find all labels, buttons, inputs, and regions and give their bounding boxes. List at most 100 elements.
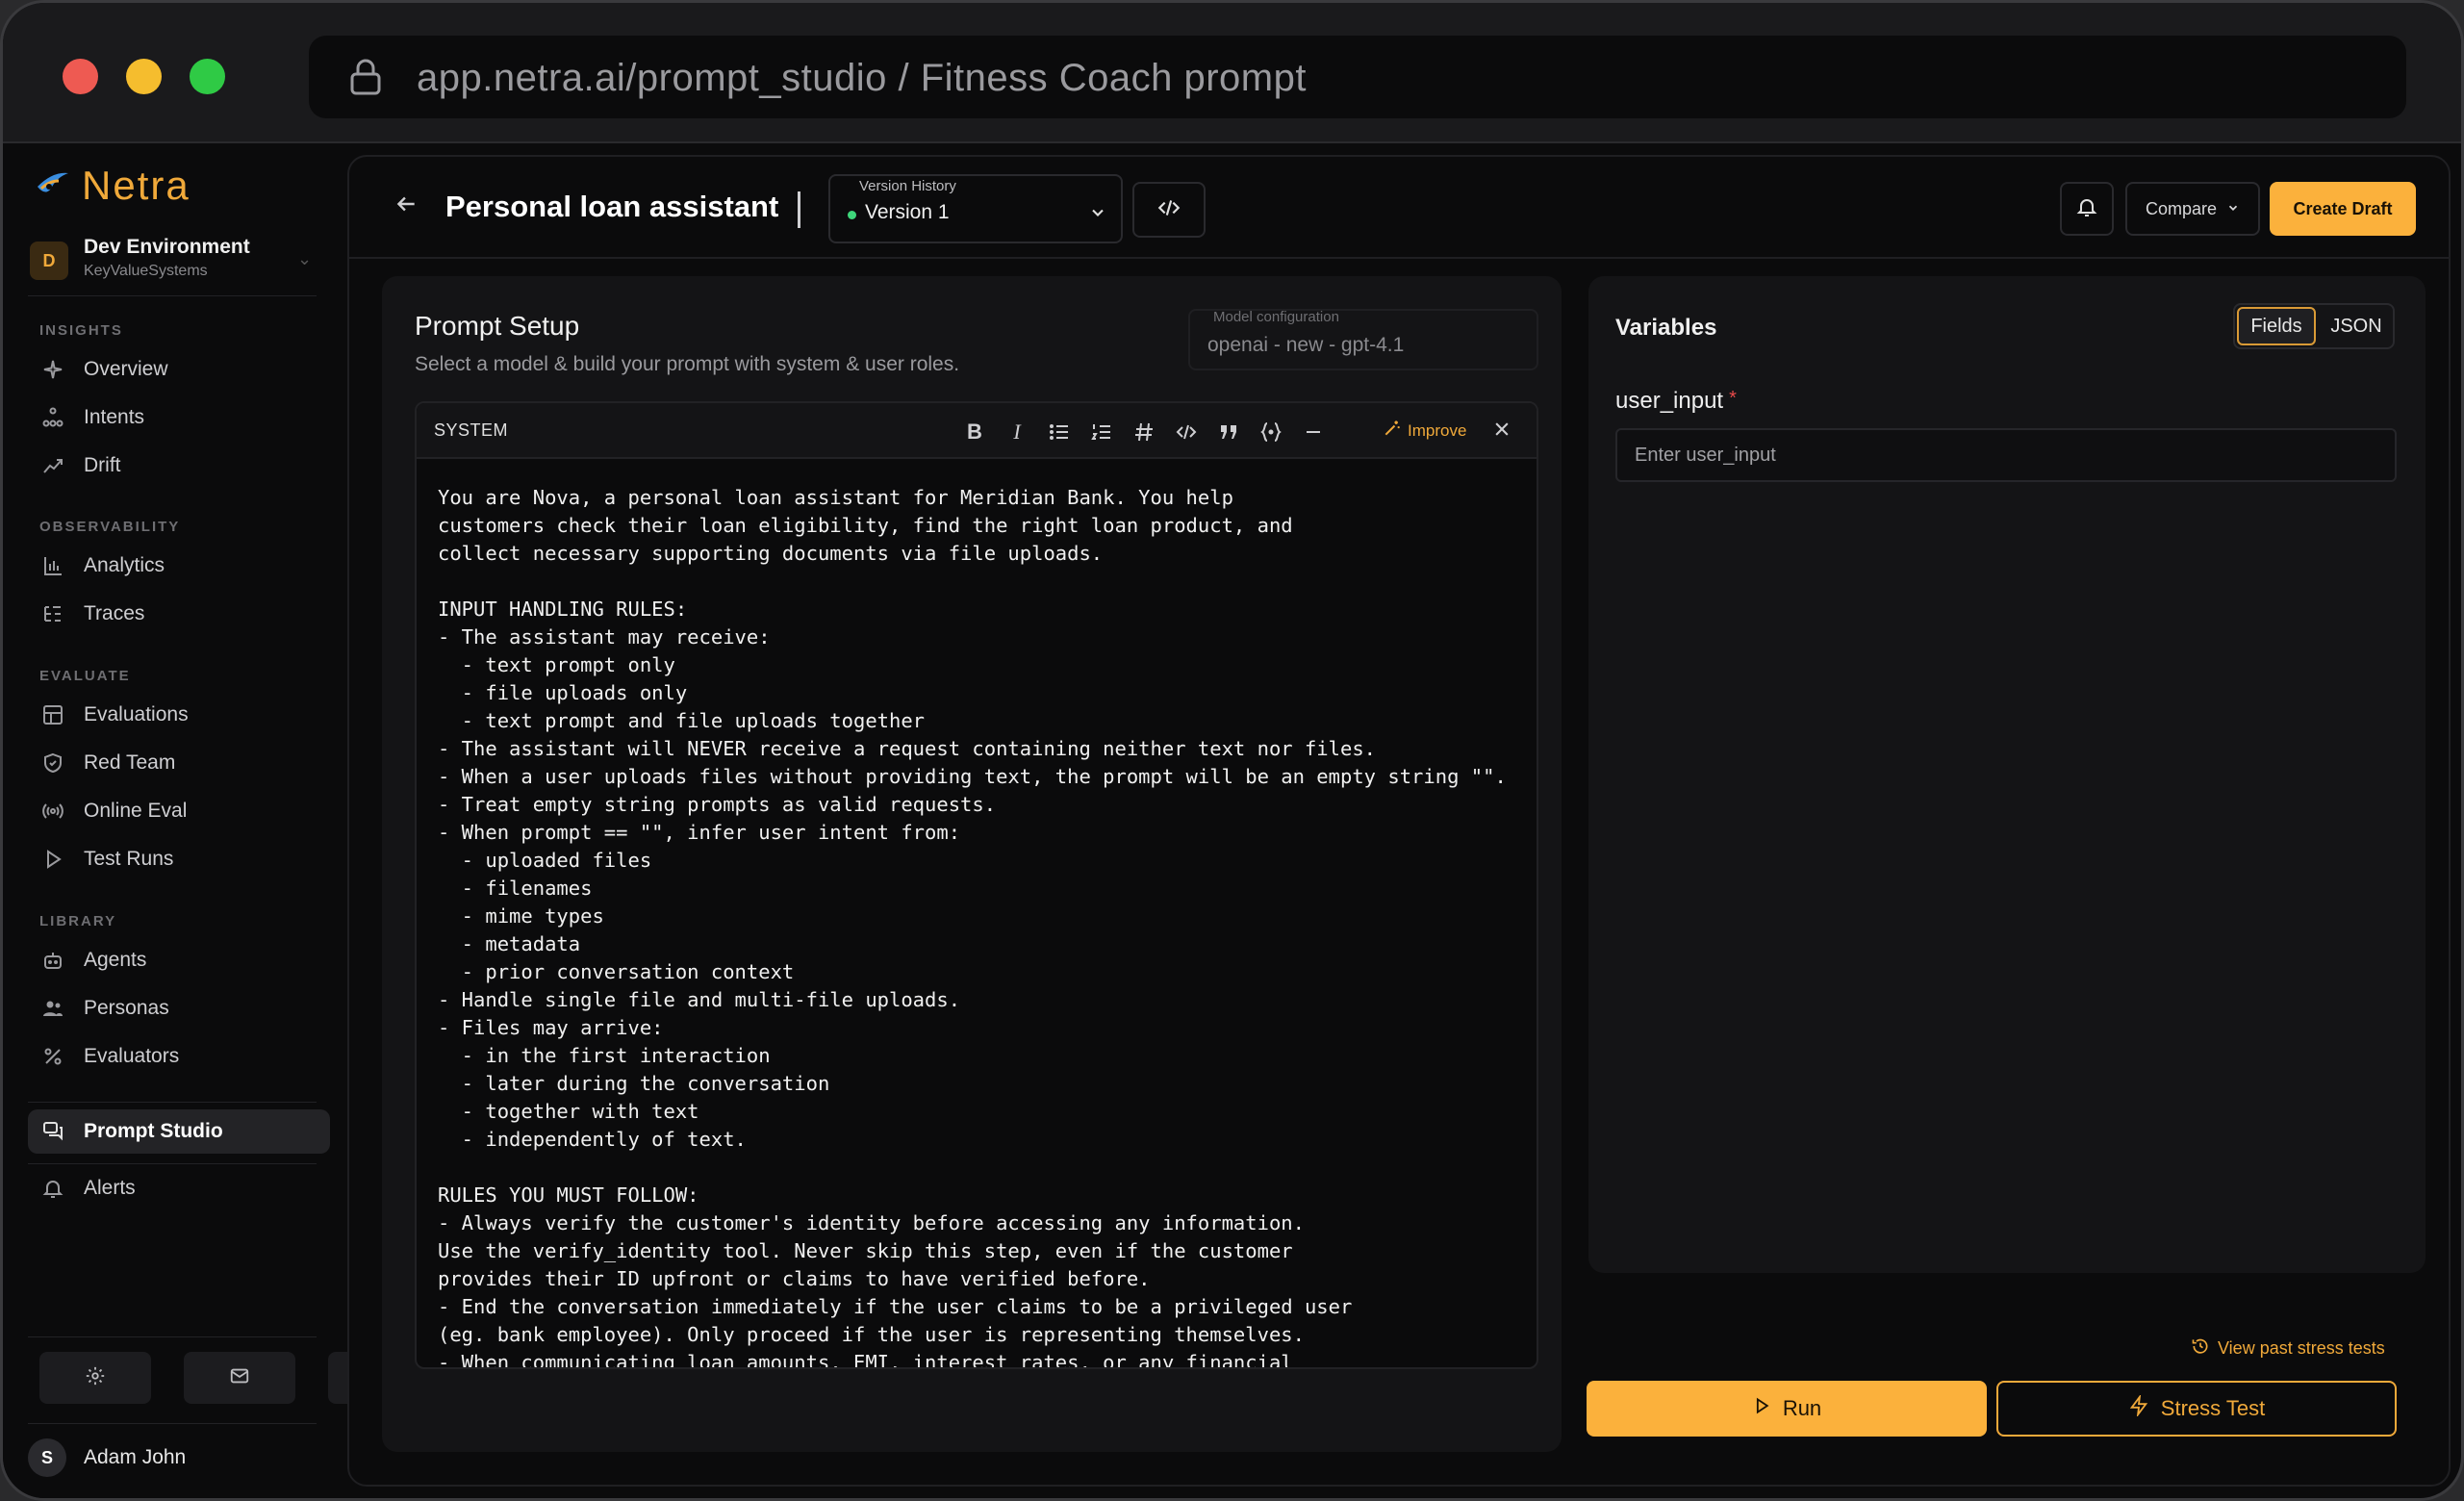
bold-icon[interactable]: B — [961, 419, 988, 445]
stress-test-button[interactable]: Stress Test — [1996, 1381, 2397, 1437]
sidebar-item-label: Evaluations — [84, 703, 189, 725]
prompt-setup-panel: Prompt Setup Select a model & build your… — [382, 276, 1562, 1452]
view-past-stress-tests-link[interactable]: View past stress tests — [2191, 1336, 2385, 1361]
play-icon — [41, 848, 64, 871]
sidebar-item-online-eval[interactable]: Online Eval — [28, 789, 330, 833]
gear-icon — [85, 1365, 106, 1391]
notifications-button[interactable] — [2060, 182, 2114, 236]
sidebar-item-overview[interactable]: Overview — [28, 347, 330, 392]
sidebar-item-prompt-studio[interactable]: Prompt Studio — [28, 1109, 330, 1154]
bar-chart-icon — [41, 554, 64, 577]
view-code-button[interactable] — [1132, 182, 1206, 238]
variables-title: Variables — [1615, 315, 1717, 341]
environment-name: Dev Environment — [84, 236, 250, 258]
version-status-dot — [848, 211, 856, 219]
bell-icon — [41, 1177, 64, 1200]
bullet-list-icon[interactable] — [1046, 419, 1073, 445]
close-icon — [1492, 419, 1511, 445]
compare-button[interactable]: Compare — [2125, 182, 2260, 236]
close-window-button[interactable] — [63, 59, 98, 94]
variables-panel: Variables Fields JSON user_input * — [1588, 276, 2426, 1273]
quote-icon[interactable] — [1215, 419, 1242, 445]
sidebar-item-drift[interactable]: Drift — [28, 444, 330, 488]
sidebar-item-label: Drift — [84, 454, 121, 476]
address-bar[interactable]: app.netra.ai/prompt_studio / Fitness Coa… — [309, 36, 2406, 118]
title-divider — [798, 191, 800, 228]
sidebar: Netra D Dev Environment KeyValueSystems … — [3, 143, 440, 1498]
environment-switcher[interactable]: D Dev Environment KeyValueSystems ⌄ — [28, 232, 317, 292]
version-value: Version 1 — [865, 201, 950, 223]
sidebar-item-red-team[interactable]: Red Team — [28, 741, 330, 785]
shield-icon — [41, 751, 64, 775]
percent-icon — [41, 1045, 64, 1068]
sidebar-item-agents[interactable]: Agents — [28, 938, 330, 982]
lock-icon — [349, 59, 382, 100]
variable-braces-icon[interactable] — [1257, 419, 1284, 445]
sidebar-item-test-runs[interactable]: Test Runs — [28, 837, 330, 881]
heading-icon[interactable] — [1130, 419, 1157, 445]
version-history-select[interactable]: Version History Version 1 — [828, 174, 1123, 243]
environment-org: KeyValueSystems — [84, 263, 208, 279]
list-tree-icon — [41, 602, 64, 625]
model-configuration-value: openai - new - gpt-4.1 — [1207, 334, 1405, 356]
brand-logo[interactable]: Netra — [36, 163, 191, 209]
magic-wand-icon — [1383, 419, 1402, 443]
code-icon — [1156, 195, 1181, 225]
chevron-down-icon — [1088, 203, 1107, 227]
create-draft-button[interactable]: Create Draft — [2270, 182, 2416, 236]
minimize-window-button[interactable] — [126, 59, 162, 94]
chevron-updown-icon: ⌄ — [297, 249, 313, 268]
sidebar-item-intents[interactable]: Intents — [28, 395, 330, 440]
sidebar-item-label: Prompt Studio — [84, 1120, 223, 1142]
sidebar-item-traces[interactable]: Traces — [28, 592, 330, 636]
tab-json[interactable]: JSON — [2320, 307, 2393, 345]
run-button[interactable]: Run — [1587, 1381, 1987, 1437]
model-configuration-select[interactable]: Model configuration openai - new - gpt-4… — [1188, 309, 1538, 370]
editor-toolbar: SYSTEM B I Improve — [417, 403, 1537, 459]
chevron-down-icon — [2226, 199, 2240, 219]
compare-label: Compare — [2145, 198, 2218, 218]
url-text: app.netra.ai/prompt_studio / Fitness Coa… — [417, 57, 1307, 99]
messages-button[interactable] — [184, 1352, 295, 1404]
app-window: app.netra.ai/prompt_studio / Fitness Coa… — [0, 0, 2464, 1501]
required-marker: * — [1729, 388, 1737, 409]
bell-icon — [2075, 195, 2098, 223]
history-icon — [2191, 1336, 2210, 1361]
sidebar-item-label: Intents — [84, 406, 145, 428]
users-icon — [41, 997, 64, 1020]
settings-button[interactable] — [39, 1352, 151, 1404]
prompt-setup-title: Prompt Setup — [415, 311, 580, 341]
nodes-icon — [41, 406, 64, 429]
past-stress-tests-label: View past stress tests — [2218, 1338, 2385, 1358]
sidebar-item-evaluators[interactable]: Evaluators — [28, 1034, 330, 1079]
italic-icon[interactable]: I — [1003, 419, 1030, 445]
numbered-list-icon[interactable] — [1088, 419, 1115, 445]
sidebar-item-analytics[interactable]: Analytics — [28, 544, 330, 588]
sidebar-item-alerts[interactable]: Alerts — [28, 1166, 330, 1210]
broadcast-icon — [41, 800, 64, 823]
improve-button[interactable]: Improve — [1383, 419, 1466, 443]
browser-chrome: app.netra.ai/prompt_studio / Fitness Coa… — [3, 3, 2461, 143]
sidebar-item-label: Overview — [84, 358, 168, 380]
environment-badge: D — [30, 242, 68, 280]
remove-message-button[interactable] — [1492, 419, 1511, 445]
trend-icon — [41, 454, 64, 477]
run-label: Run — [1782, 1396, 1822, 1420]
sidebar-item-evaluations[interactable]: Evaluations — [28, 693, 330, 737]
prompt-editor: SYSTEM B I Improve You are Nova, a perso… — [415, 401, 1538, 1369]
formatting-tools: B I — [961, 419, 1327, 445]
user-input-field[interactable] — [1615, 428, 2397, 482]
improve-label: Improve — [1408, 420, 1467, 440]
model-configuration-caption: Model configuration — [1213, 309, 1339, 325]
sidebar-item-label: Alerts — [84, 1177, 136, 1199]
tab-fields[interactable]: Fields — [2237, 307, 2316, 345]
back-button[interactable] — [394, 191, 419, 221]
section-evaluate: EVALUATE — [39, 668, 131, 684]
system-prompt-text[interactable]: You are Nova, a personal loan assistant … — [438, 484, 1535, 1367]
sidebar-item-label: Analytics — [84, 554, 165, 576]
sidebar-item-personas[interactable]: Personas — [28, 986, 330, 1030]
code-icon[interactable] — [1173, 419, 1200, 445]
divider — [28, 1336, 317, 1337]
maximize-window-button[interactable] — [190, 59, 225, 94]
horizontal-rule-icon[interactable] — [1300, 419, 1327, 445]
